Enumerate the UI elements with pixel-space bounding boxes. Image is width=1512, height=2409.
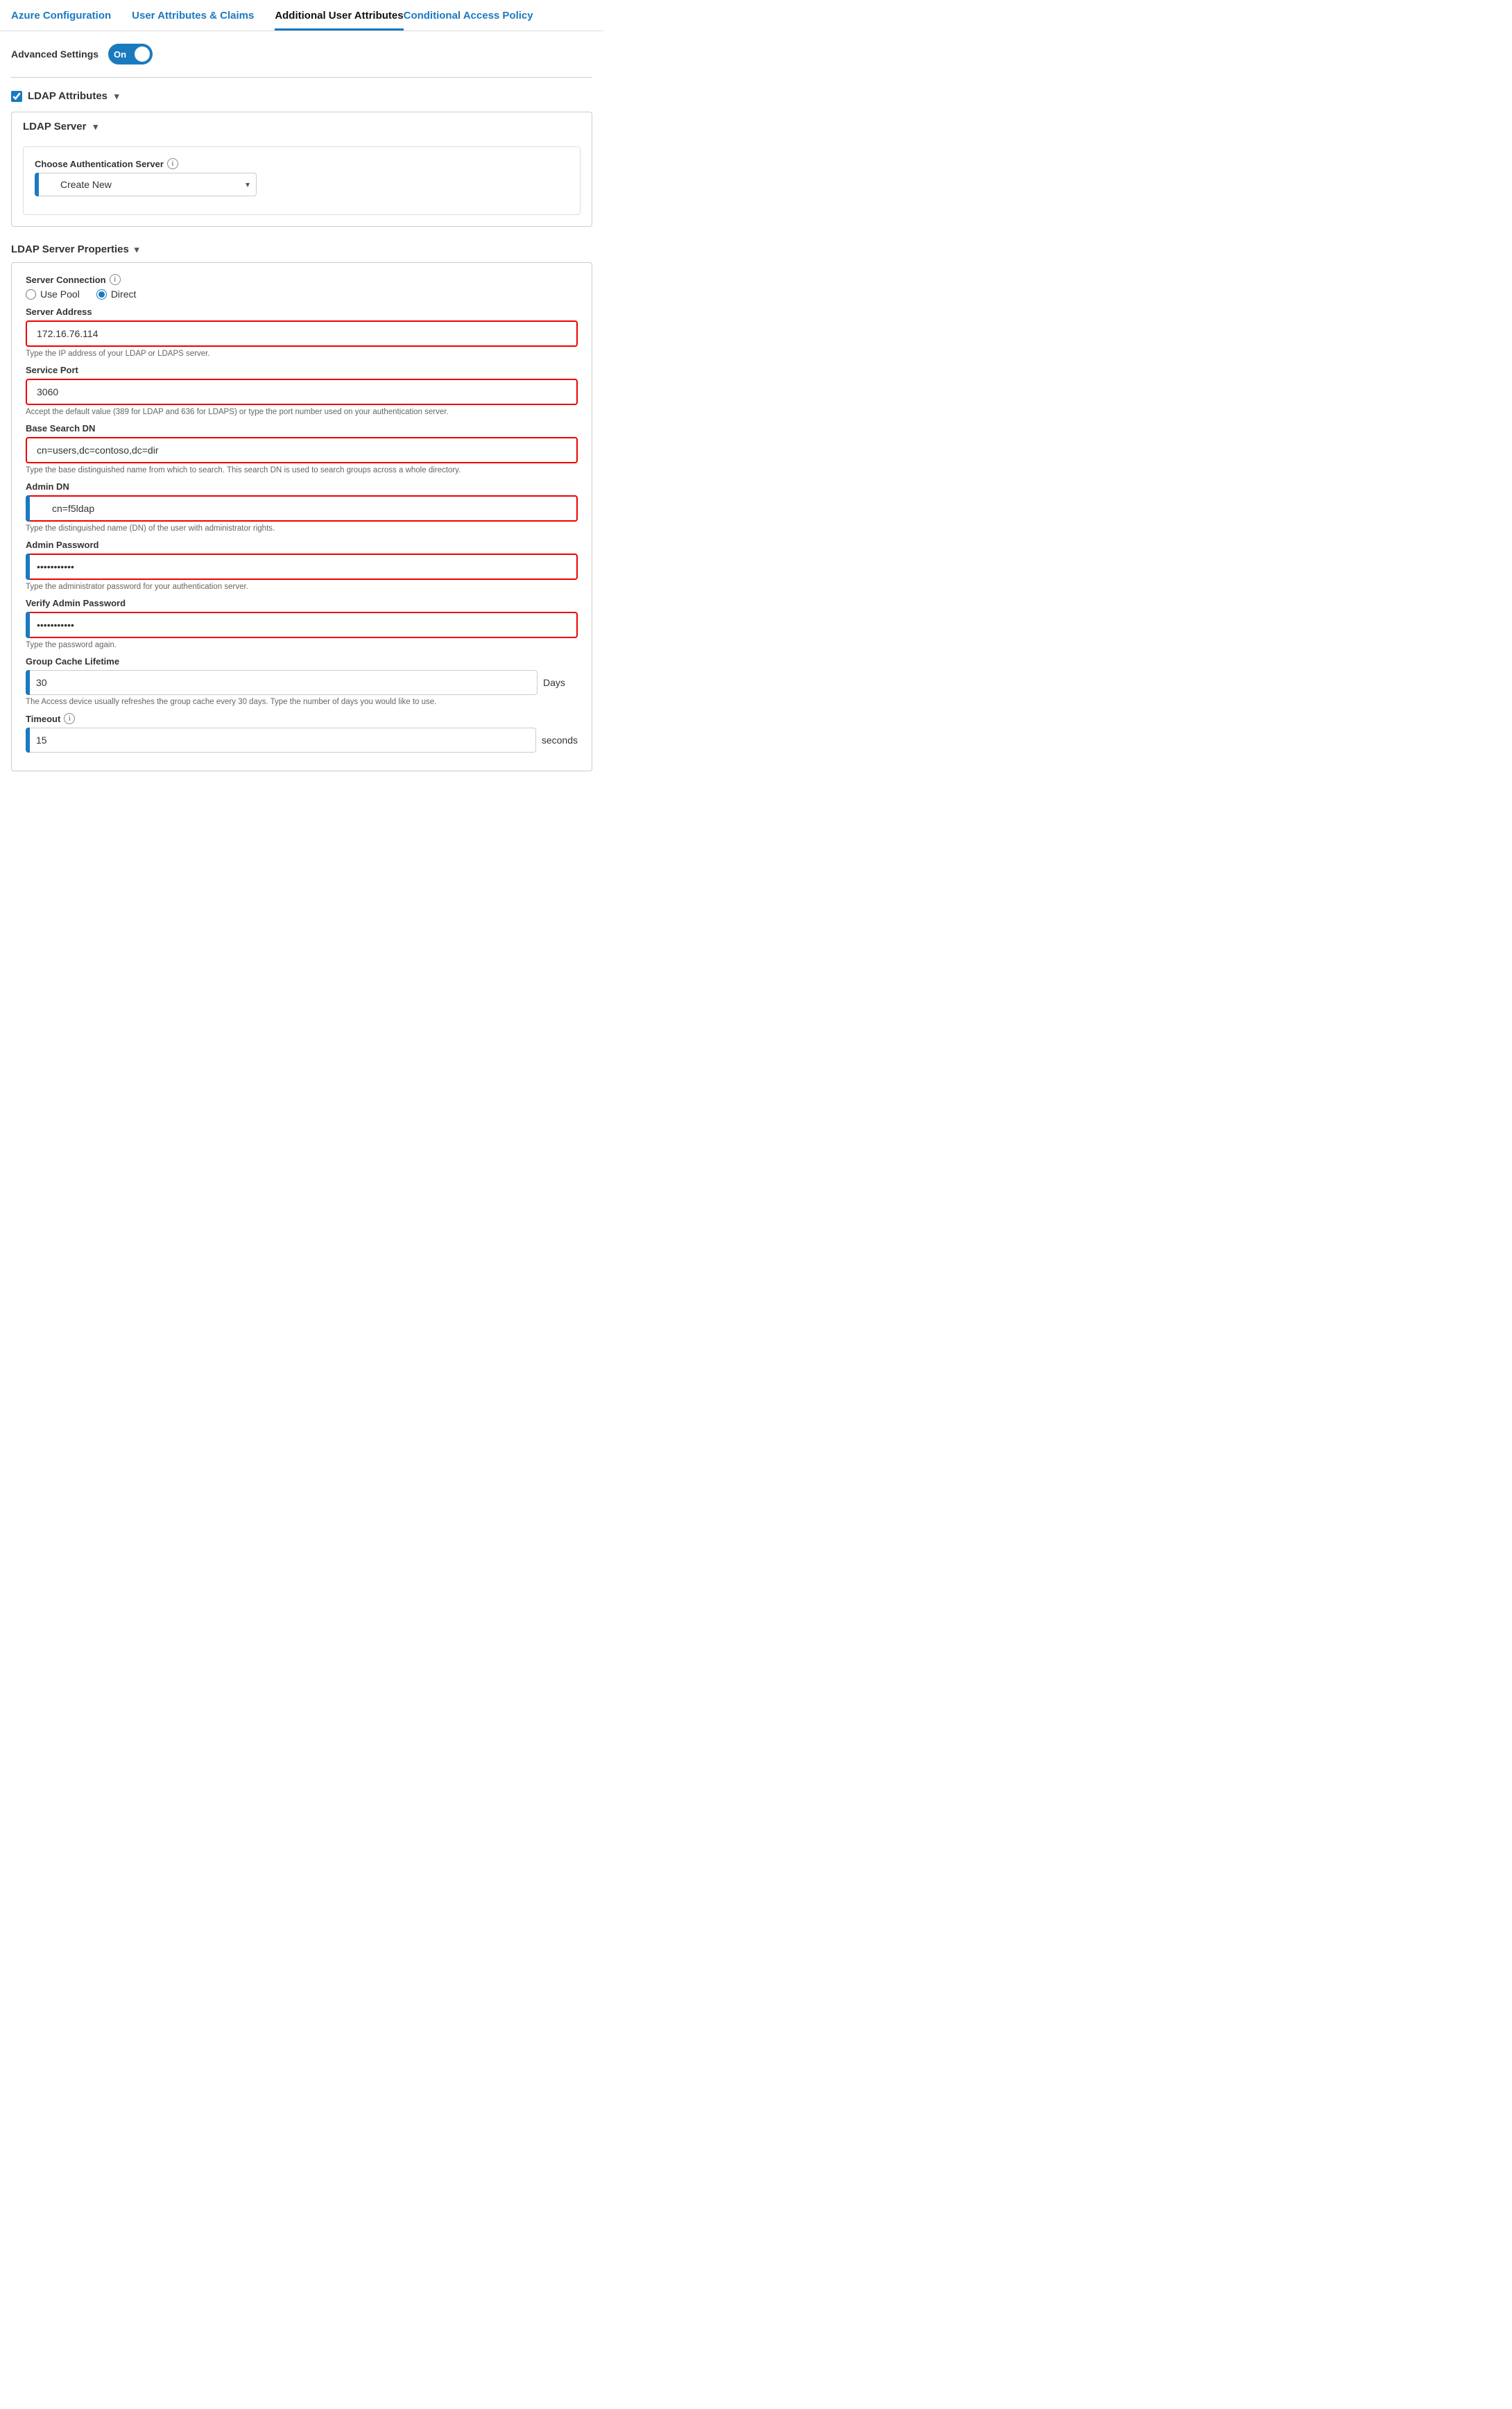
use-pool-radio[interactable] — [26, 289, 36, 300]
timeout-input[interactable] — [26, 728, 536, 753]
admin-dn-input[interactable] — [26, 495, 578, 522]
admin-dn-label: Admin DN — [26, 481, 578, 492]
ldap-server-header[interactable]: LDAP Server ▾ — [12, 112, 592, 141]
server-address-input-wrapper — [26, 320, 578, 347]
admin-password-label-text: Admin Password — [26, 540, 98, 550]
server-connection-radio-group: Use Pool Direct — [26, 289, 578, 300]
auth-server-select[interactable]: Create New — [35, 173, 257, 196]
auth-server-inner-card: Choose Authentication Server i Create Ne… — [23, 146, 581, 215]
direct-option[interactable]: Direct — [96, 289, 137, 300]
admin-password-hint: Type the administrator password for your… — [26, 583, 578, 591]
server-address-input[interactable] — [26, 320, 578, 347]
toggle-on-label: On — [114, 49, 126, 60]
tab-additional-user-attributes[interactable]: Additional User Attributes — [275, 10, 403, 31]
service-port-label: Service Port — [26, 365, 578, 375]
group-cache-lifetime-input-wrapper — [26, 670, 538, 695]
base-search-dn-group: Base Search DN Type the base distinguish… — [26, 423, 578, 474]
ldap-server-card: LDAP Server ▾ Choose Authentication Serv… — [11, 112, 592, 227]
admin-password-bar — [26, 554, 30, 580]
choose-auth-server-group: Choose Authentication Server i Create Ne… — [35, 158, 569, 196]
base-search-dn-input[interactable] — [26, 437, 578, 463]
top-nav: Azure Configuration User Attributes & Cl… — [0, 0, 603, 31]
tab-user-attributes-claims[interactable]: User Attributes & Claims — [132, 10, 254, 31]
service-port-input-wrapper — [26, 379, 578, 405]
admin-dn-bar — [26, 495, 30, 522]
group-cache-lifetime-group: Group Cache Lifetime Days The Access dev… — [26, 656, 578, 706]
direct-label: Direct — [111, 289, 137, 300]
group-cache-lifetime-input[interactable] — [26, 670, 538, 695]
timeout-input-row: seconds — [26, 728, 578, 753]
verify-admin-password-input-wrapper — [26, 612, 578, 638]
timeout-info-icon: i — [64, 713, 75, 724]
base-search-dn-hint: Type the base distinguished name from wh… — [26, 466, 578, 474]
group-cache-lifetime-label: Group Cache Lifetime — [26, 656, 578, 667]
tab-conditional-access-policy[interactable]: Conditional Access Policy — [404, 10, 533, 31]
server-address-group: Server Address Type the IP address of yo… — [26, 307, 578, 358]
server-address-label: Server Address — [26, 307, 578, 317]
base-search-dn-input-wrapper — [26, 437, 578, 463]
timeout-suffix: seconds — [542, 735, 578, 746]
verify-admin-password-input[interactable] — [26, 612, 578, 638]
group-cache-lifetime-label-text: Group Cache Lifetime — [26, 656, 119, 667]
ldap-server-properties-chevron-icon: ▾ — [135, 244, 139, 255]
verify-admin-password-label-text: Verify Admin Password — [26, 598, 126, 608]
timeout-label: Timeout i — [26, 713, 578, 724]
auth-server-select-wrapper: Create New ▾ — [35, 173, 257, 196]
group-cache-lifetime-bar — [26, 670, 30, 695]
service-port-hint: Accept the default value (389 for LDAP a… — [26, 408, 578, 416]
admin-dn-label-text: Admin DN — [26, 481, 69, 492]
ldap-server-properties-card: Server Connection i Use Pool Direct Serv… — [11, 262, 592, 771]
timeout-group: Timeout i seconds — [26, 713, 578, 753]
choose-auth-server-label-text: Choose Authentication Server — [35, 159, 164, 169]
timeout-label-text: Timeout — [26, 714, 60, 724]
choose-auth-server-label: Choose Authentication Server i — [35, 158, 569, 169]
choose-auth-server-info-icon: i — [167, 158, 178, 169]
admin-password-input[interactable] — [26, 554, 578, 580]
section-divider — [11, 77, 592, 78]
server-connection-label: Server Connection i — [26, 274, 578, 285]
tab-azure-config[interactable]: Azure Configuration — [11, 10, 111, 31]
admin-password-input-wrapper — [26, 554, 578, 580]
admin-dn-group: Admin DN Type the distinguished name (DN… — [26, 481, 578, 533]
admin-password-group: Admin Password Type the administrator pa… — [26, 540, 578, 591]
select-left-bar — [35, 173, 39, 196]
advanced-settings-row: Advanced Settings On — [0, 31, 603, 71]
ldap-attributes-chevron-icon: ▾ — [114, 91, 119, 102]
server-connection-label-text: Server Connection — [26, 275, 106, 285]
group-cache-lifetime-input-row: Days — [26, 670, 578, 695]
ldap-server-title: LDAP Server — [23, 121, 86, 132]
admin-dn-hint: Type the distinguished name (DN) of the … — [26, 524, 578, 533]
direct-radio[interactable] — [96, 289, 107, 300]
toggle-knob — [135, 46, 150, 62]
service-port-group: Service Port Accept the default value (3… — [26, 365, 578, 416]
ldap-attributes-row: LDAP Attributes ▾ — [0, 83, 603, 108]
service-port-label-text: Service Port — [26, 365, 78, 375]
server-address-hint: Type the IP address of your LDAP or LDAP… — [26, 350, 578, 358]
service-port-input[interactable] — [26, 379, 578, 405]
base-search-dn-label: Base Search DN — [26, 423, 578, 434]
verify-admin-password-bar — [26, 612, 30, 638]
ldap-server-properties-title: LDAP Server Properties — [11, 243, 129, 255]
group-cache-lifetime-hint: The Access device usually refreshes the … — [26, 698, 578, 706]
ldap-server-properties-title-row[interactable]: LDAP Server Properties ▾ — [0, 237, 603, 259]
server-connection-info-icon: i — [110, 274, 121, 285]
advanced-settings-toggle[interactable]: On — [108, 44, 153, 65]
use-pool-label: Use Pool — [40, 289, 80, 300]
timeout-input-wrapper — [26, 728, 536, 753]
use-pool-option[interactable]: Use Pool — [26, 289, 80, 300]
admin-dn-input-wrapper — [26, 495, 578, 522]
advanced-settings-label: Advanced Settings — [11, 49, 98, 60]
group-cache-lifetime-suffix: Days — [543, 677, 578, 688]
server-connection-group: Server Connection i Use Pool Direct — [26, 274, 578, 300]
verify-admin-password-label: Verify Admin Password — [26, 598, 578, 608]
ldap-attributes-checkbox[interactable] — [11, 91, 22, 102]
base-search-dn-label-text: Base Search DN — [26, 423, 95, 434]
admin-password-label: Admin Password — [26, 540, 578, 550]
ldap-server-chevron-icon: ▾ — [93, 121, 98, 132]
verify-admin-password-hint: Type the password again. — [26, 641, 578, 649]
timeout-bar — [26, 728, 30, 753]
server-address-label-text: Server Address — [26, 307, 92, 317]
ldap-attributes-label: LDAP Attributes — [28, 90, 108, 102]
verify-admin-password-group: Verify Admin Password Type the password … — [26, 598, 578, 649]
